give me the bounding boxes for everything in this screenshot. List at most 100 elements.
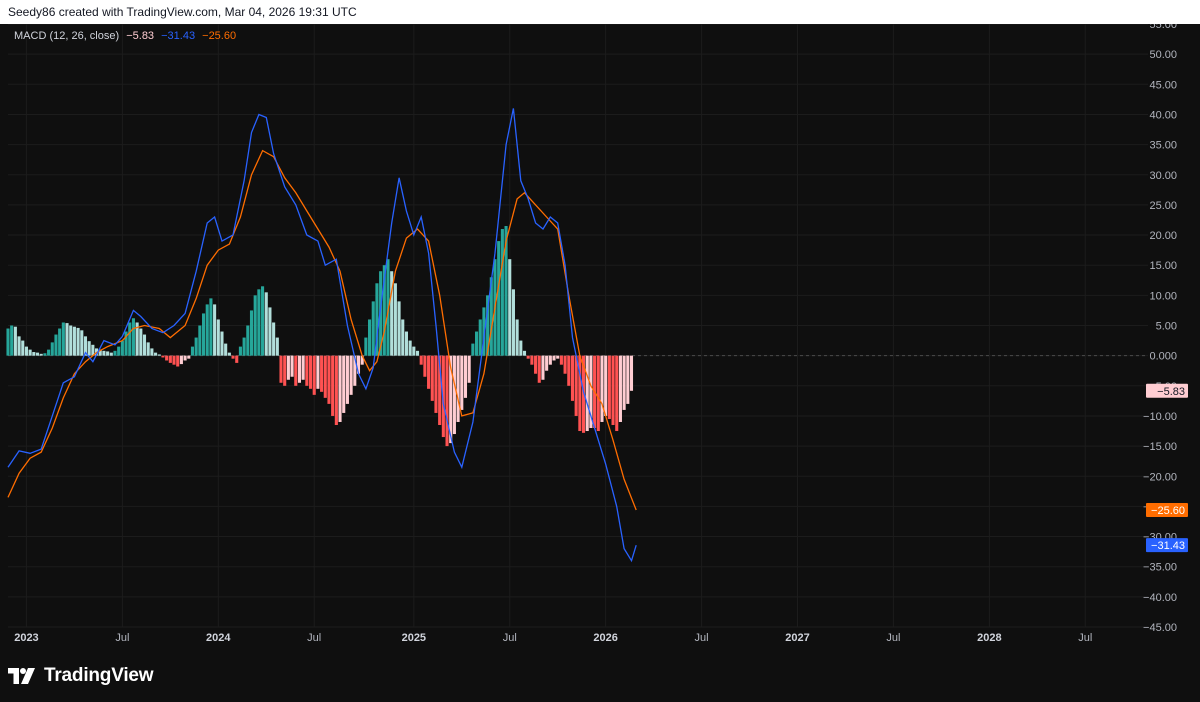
histogram-bar bbox=[109, 352, 113, 356]
histogram-bar bbox=[283, 355, 287, 386]
histogram-series bbox=[6, 226, 634, 447]
histogram-bar bbox=[272, 322, 276, 356]
histogram-bar bbox=[235, 355, 239, 363]
histogram-bar bbox=[519, 340, 523, 356]
histogram-bar bbox=[371, 301, 375, 356]
histogram-bar bbox=[511, 289, 515, 356]
histogram-bar bbox=[39, 353, 43, 356]
histogram-bar bbox=[419, 355, 423, 365]
histogram-bar bbox=[294, 355, 298, 386]
x-tick-label: Jul bbox=[307, 632, 321, 644]
histogram-bar bbox=[157, 354, 161, 356]
histogram-bar bbox=[570, 355, 575, 401]
histogram-bar bbox=[154, 352, 158, 356]
histogram-bar bbox=[415, 350, 420, 356]
histogram-bar bbox=[43, 353, 47, 356]
histogram-bar bbox=[261, 286, 265, 356]
grid bbox=[8, 24, 1148, 628]
legend-title: MACD (12, 26, close) bbox=[14, 30, 120, 42]
histogram-bar bbox=[618, 355, 622, 422]
histogram-bar bbox=[567, 355, 571, 386]
x-tick-label: 2024 bbox=[206, 632, 231, 644]
tradingview-wordmark: TradingView bbox=[44, 665, 154, 686]
chart-frame[interactable]: 55.00 50.00 45.00 40.00 35.00 30.00 25.00 20.00… bbox=[0, 24, 1200, 702]
histogram-bar bbox=[102, 350, 106, 356]
histogram-bar bbox=[312, 355, 316, 395]
histogram-bar bbox=[268, 307, 272, 356]
x-tick-label: 2023 bbox=[14, 632, 38, 644]
histogram-bar bbox=[323, 355, 327, 398]
y-tick-label: 25.00 bbox=[1149, 200, 1177, 212]
indicator-legend[interactable]: MACD (12, 26, close) −5.83 −31.43 −25.60 bbox=[14, 30, 240, 42]
price-labels: −5.83 −25.60 −31.43 bbox=[1146, 383, 1188, 553]
histogram-bar bbox=[131, 318, 135, 356]
histogram-bar bbox=[209, 298, 213, 356]
histogram-bar bbox=[246, 325, 250, 356]
histogram-bar bbox=[556, 355, 560, 359]
histogram-bar bbox=[423, 355, 427, 377]
histogram-bar bbox=[349, 355, 353, 395]
histogram-bar bbox=[430, 355, 434, 401]
histogram-bar bbox=[179, 355, 183, 365]
histogram-bar bbox=[460, 355, 464, 410]
x-tick-label: 2026 bbox=[593, 632, 617, 644]
histogram-bar bbox=[80, 330, 84, 356]
histogram-bar bbox=[596, 355, 600, 432]
histogram-bar bbox=[165, 355, 169, 361]
histogram-bar bbox=[559, 355, 563, 365]
histogram-bar bbox=[190, 346, 195, 356]
x-tick-label: Jul bbox=[886, 632, 900, 644]
histogram-bar bbox=[142, 334, 147, 356]
histogram-bar bbox=[515, 319, 519, 356]
histogram-bar bbox=[168, 355, 172, 363]
histogram-bar bbox=[604, 355, 608, 416]
histogram-bar bbox=[611, 355, 615, 425]
legend-histogram-value: −5.83 bbox=[126, 30, 155, 42]
histogram-bar bbox=[264, 292, 268, 356]
histogram-bar bbox=[526, 355, 530, 359]
histogram-bar bbox=[345, 355, 349, 404]
histogram-bar bbox=[113, 350, 117, 356]
histogram-bar bbox=[213, 304, 217, 356]
x-tick-label: 2025 bbox=[402, 632, 426, 644]
histogram-bar bbox=[231, 355, 235, 359]
histogram-bar bbox=[238, 346, 242, 356]
histogram-bar bbox=[408, 340, 412, 356]
histogram-bar bbox=[257, 289, 261, 356]
histogram-bar bbox=[401, 319, 405, 356]
histogram-bar bbox=[463, 355, 468, 398]
histogram-bar bbox=[194, 337, 198, 356]
histogram-bar bbox=[253, 295, 257, 356]
price-label-text: −5.83 bbox=[1157, 386, 1185, 398]
macd-chart[interactable]: 55.00 50.00 45.00 40.00 35.00 30.00 25.00 20.00… bbox=[0, 24, 1200, 702]
tradingview-logo[interactable]: TradingView bbox=[8, 664, 154, 688]
histogram-bar bbox=[331, 355, 335, 416]
histogram-bar bbox=[150, 348, 154, 356]
histogram-bar bbox=[224, 343, 228, 356]
tradingview-logo-icon bbox=[8, 668, 35, 684]
histogram-bar bbox=[404, 331, 408, 356]
legend-macd-value: −31.43 bbox=[161, 30, 196, 42]
histogram-bar bbox=[187, 355, 191, 359]
x-axis[interactable]: 2023 Jul 2024 Jul 2025 Jul 2026 Jul 2027 Jul 2028 J… bbox=[14, 632, 1092, 644]
y-tick-label: 35.00 bbox=[1149, 140, 1177, 152]
histogram-bar bbox=[128, 322, 132, 356]
histogram-bar bbox=[600, 355, 604, 422]
histogram-bar bbox=[626, 355, 630, 404]
histogram-bar bbox=[47, 349, 51, 356]
y-tick-label: −40.00 bbox=[1143, 592, 1177, 604]
histogram-bar bbox=[467, 355, 471, 383]
histogram-bar bbox=[508, 259, 512, 356]
x-tick-label: Jul bbox=[695, 632, 709, 644]
histogram-bar bbox=[500, 229, 504, 356]
histogram-bar bbox=[305, 355, 309, 386]
histogram-bar bbox=[198, 325, 202, 356]
histogram-bar bbox=[308, 355, 313, 389]
macd-line bbox=[7, 108, 637, 563]
histogram-bar bbox=[474, 331, 479, 356]
histogram-bar bbox=[456, 355, 460, 422]
histogram-bar bbox=[327, 355, 331, 404]
y-tick-label: 15.00 bbox=[1149, 260, 1177, 272]
x-tick-label: 2027 bbox=[785, 632, 809, 644]
histogram-bar bbox=[471, 343, 475, 356]
